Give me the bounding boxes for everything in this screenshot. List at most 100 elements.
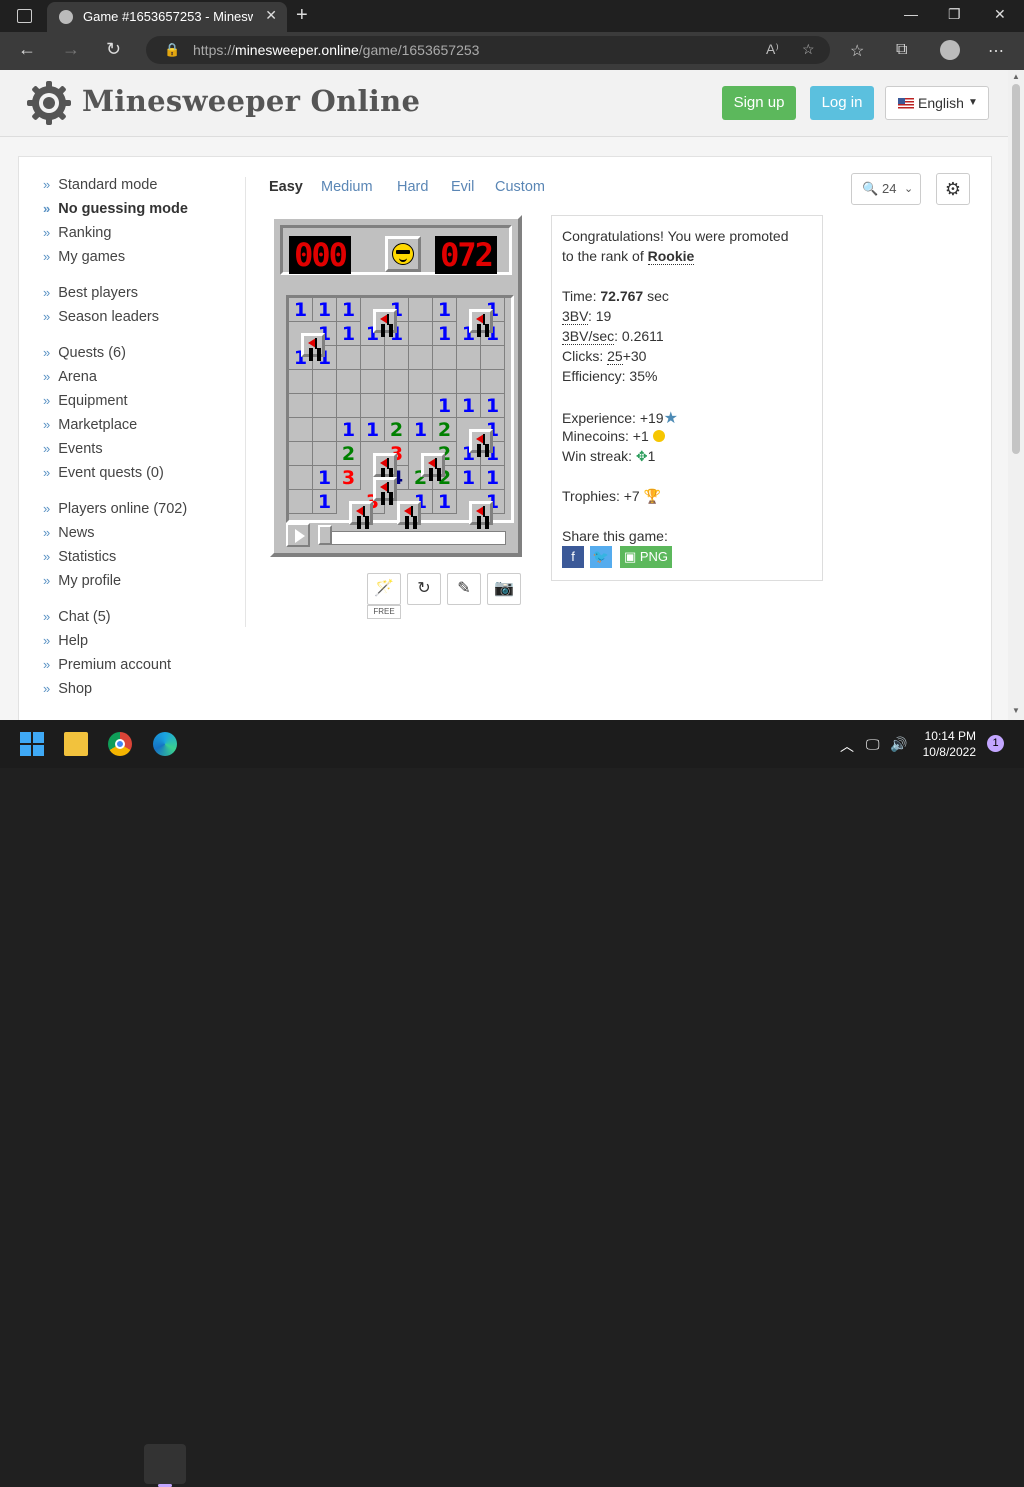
sidebar-item-equipment[interactable]: » Equipment [43,393,128,413]
smiley-face-button[interactable] [385,236,421,272]
sidebar-item-news[interactable]: » News [43,525,95,545]
flag-icon[interactable] [397,501,421,525]
empty-cell[interactable] [409,370,433,394]
empty-cell[interactable] [337,346,361,370]
system-clock[interactable]: 10:14 PM 10/8/2022 [918,728,976,760]
number-cell[interactable]: 1 [457,466,481,490]
number-cell[interactable]: 1 [337,298,361,322]
empty-cell[interactable] [409,322,433,346]
edge-icon[interactable] [153,732,177,756]
scrollbar-thumb[interactable] [1012,84,1020,454]
tab-custom[interactable]: Custom [495,179,545,195]
empty-cell[interactable] [409,346,433,370]
flag-icon[interactable] [373,453,397,477]
number-cell[interactable]: 2 [385,418,409,442]
sidebar-item-help[interactable]: » Help [43,633,88,653]
volume-icon[interactable]: 🔊 [890,736,907,753]
tab-actions-icon[interactable] [17,9,32,23]
number-cell[interactable]: 1 [337,418,361,442]
empty-cell[interactable] [385,346,409,370]
number-cell[interactable]: 1 [337,322,361,346]
empty-cell[interactable] [385,394,409,418]
flag-icon[interactable] [469,309,493,333]
empty-cell[interactable] [481,346,505,370]
scroll-up-icon[interactable]: ▲ [1012,72,1020,81]
empty-cell[interactable] [385,370,409,394]
number-cell[interactable]: 1 [409,418,433,442]
empty-cell[interactable] [409,394,433,418]
flag-icon[interactable] [349,501,373,525]
tab-easy[interactable]: Easy [269,179,303,195]
notification-badge[interactable]: 1 [987,735,1004,752]
sidebar-item-statistics[interactable]: » Statistics [43,549,116,569]
sidebar-item-arena[interactable]: » Arena [43,369,97,389]
share-twitter-button[interactable]: 🐦 [590,546,612,568]
sidebar-item-quests[interactable]: » Quests (6) [43,345,126,365]
empty-cell[interactable] [289,418,313,442]
empty-cell[interactable] [361,346,385,370]
chevron-up-icon[interactable]: ︿ [840,736,854,756]
empty-cell[interactable] [409,298,433,322]
empty-cell[interactable] [313,394,337,418]
sidebar-item-season-leaders[interactable]: » Season leaders [43,309,159,329]
tab-evil[interactable]: Evil [451,179,474,195]
address-bar[interactable]: 🔒 https://minesweeper.online/game/165365… [146,36,830,64]
empty-cell[interactable] [457,346,481,370]
flag-icon[interactable] [373,477,397,501]
sidebar-item-chat[interactable]: » Chat (5) [43,609,111,629]
sidebar-item-standard-mode[interactable]: » Standard mode [43,177,157,197]
number-cell[interactable]: 1 [313,490,337,514]
replay-slider-handle[interactable] [318,525,332,545]
number-cell[interactable]: 1 [457,394,481,418]
sidebar-item-players-online[interactable]: » Players online (702) [43,501,187,521]
empty-cell[interactable] [337,370,361,394]
empty-cell[interactable] [481,370,505,394]
sidebar-item-best-players[interactable]: » Best players [43,285,138,305]
empty-cell[interactable] [289,394,313,418]
windows-start-icon[interactable] [20,732,44,756]
sidebar-item-events[interactable]: » Events [43,441,103,461]
language-select[interactable]: English ▼ [885,86,989,120]
close-window-icon[interactable]: ✕ [994,6,1006,23]
empty-cell[interactable] [433,346,457,370]
site-brand[interactable]: Minesweeper Online [82,84,420,118]
flag-icon[interactable] [469,429,493,453]
rank-link[interactable]: Rookie [647,248,695,265]
back-icon[interactable]: ← [18,39,36,60]
empty-cell[interactable] [361,394,385,418]
empty-cell[interactable] [289,370,313,394]
settings-button[interactable]: ⚙ [936,173,970,205]
sidebar-item-marketplace[interactable]: » Marketplace [43,417,137,437]
number-cell[interactable]: 1 [361,418,385,442]
replay-play-button[interactable] [286,523,310,547]
flag-icon[interactable] [373,309,397,333]
empty-cell[interactable] [457,370,481,394]
close-tab-icon[interactable]: ✕ [265,7,277,24]
zoom-select[interactable]: 🔍 24 ⌄ [851,173,921,205]
empty-cell[interactable] [337,394,361,418]
number-cell[interactable]: 1 [433,322,457,346]
flag-icon[interactable] [469,501,493,525]
restore-icon[interactable]: ❐ [948,6,961,23]
scroll-down-icon[interactable]: ▼ [1012,706,1020,715]
empty-cell[interactable] [361,370,385,394]
empty-cell[interactable] [289,466,313,490]
sidebar-item-shop[interactable]: » Shop [43,681,92,701]
new-tab-icon[interactable]: + [296,4,308,27]
sidebar-item-my-profile[interactable]: » My profile [43,573,121,593]
empty-cell[interactable] [313,370,337,394]
number-cell[interactable]: 1 [481,466,505,490]
replay-track[interactable] [318,531,506,545]
empty-cell[interactable] [289,490,313,514]
edit-button[interactable]: ✎ [447,573,481,605]
number-cell[interactable]: 3 [337,466,361,490]
browser-tab[interactable]: Game #1653657253 - Minesweeper ✕ [47,2,287,32]
forward-icon[interactable]: → [62,39,80,60]
more-menu-icon[interactable]: ⋯ [988,41,1004,61]
file-explorer-icon[interactable] [64,732,88,756]
mine-grid[interactable]: 1111111111111111111121212321113422111311… [286,295,514,525]
site-logo-icon[interactable] [26,80,72,126]
tab-hard[interactable]: Hard [397,179,428,195]
number-cell[interactable]: 1 [433,394,457,418]
network-icon[interactable]: 🖵 [866,736,880,753]
